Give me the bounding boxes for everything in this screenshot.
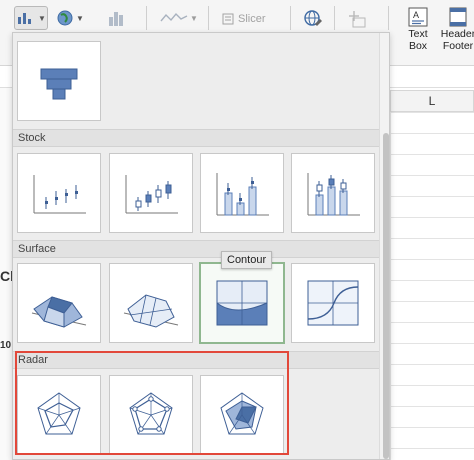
wireframe-3d-surface-tile[interactable] xyxy=(109,263,193,343)
text-box-label-line2: Box xyxy=(408,40,428,52)
gallery-scrollbar[interactable] xyxy=(379,33,389,459)
high-low-close-tile[interactable] xyxy=(17,153,101,233)
header-footer-icon xyxy=(449,7,467,27)
contour-tile[interactable] xyxy=(199,262,285,344)
funnel-chart-icon xyxy=(40,68,78,100)
funnel-chart-tile[interactable] xyxy=(17,41,101,121)
slicer-icon xyxy=(222,13,234,25)
maps-button[interactable]: ▼ xyxy=(52,6,88,30)
chevron-down-icon: ▼ xyxy=(38,13,46,23)
new-comment-button[interactable] xyxy=(342,6,372,32)
svg-text:A: A xyxy=(413,10,419,20)
header-footer-button[interactable]: Header Footer xyxy=(438,6,474,62)
slicer-button[interactable]: Slicer xyxy=(218,8,270,30)
volume-open-high-low-close-tile[interactable] xyxy=(291,153,375,233)
surface-3d-icon xyxy=(31,296,87,328)
sheet-grid[interactable] xyxy=(390,112,474,460)
ribbon-separator xyxy=(388,6,389,30)
sparkline-icon xyxy=(160,12,188,22)
radar-markers-icon xyxy=(129,392,173,435)
radar-with-markers-tile[interactable] xyxy=(109,375,193,455)
section-header-surface: Surface xyxy=(13,240,379,258)
ribbon-separator xyxy=(334,6,335,30)
3d-surface-tile[interactable] xyxy=(17,263,101,343)
ribbon-separator xyxy=(146,6,147,30)
scrollbar-thumb[interactable] xyxy=(383,133,389,459)
comment-plus-icon xyxy=(349,11,366,28)
volume-high-low-close-tile[interactable] xyxy=(200,153,284,233)
histogram-icon xyxy=(109,12,123,26)
text-box-label-line1: Text xyxy=(408,28,428,40)
stock-ohlc-icon xyxy=(125,175,178,214)
chart-type-gallery: Stock Surface Radar Contour xyxy=(12,32,390,460)
header-footer-label-line1: Header xyxy=(440,28,474,40)
stock-vohlc-icon xyxy=(307,173,360,216)
axis-label-fragment: 10 xyxy=(0,340,12,351)
link-button[interactable] xyxy=(298,6,328,32)
recommended-charts-button[interactable]: ▼ xyxy=(14,6,48,30)
ribbon-separator xyxy=(208,6,209,30)
link-globe-icon xyxy=(304,10,322,26)
surface-wireframe-icon xyxy=(123,294,179,328)
column-header-l[interactable]: L xyxy=(390,90,474,112)
stock-hlc-icon xyxy=(33,175,86,214)
sparklines-button[interactable]: ▼ xyxy=(160,6,198,30)
section-header-radar: Radar xyxy=(13,351,379,369)
globe-icon xyxy=(57,10,73,26)
filled-radar-tile[interactable] xyxy=(200,375,284,455)
pivot-chart-button[interactable] xyxy=(100,6,134,30)
filled-radar-icon xyxy=(220,392,264,435)
open-high-low-close-tile[interactable] xyxy=(109,153,193,233)
text-box-icon: A xyxy=(408,7,428,27)
radar-chart-icon xyxy=(37,392,81,435)
stock-vhlc-icon xyxy=(216,173,269,216)
text-box-button[interactable]: A Text Box xyxy=(398,6,438,62)
ribbon-separator xyxy=(290,6,291,30)
chevron-down-icon: ▼ xyxy=(76,13,84,23)
chevron-down-icon: ▼ xyxy=(190,13,198,23)
contour-tooltip: Contour xyxy=(221,251,273,269)
section-header-stock: Stock xyxy=(13,129,379,147)
contour-wireframe-icon xyxy=(307,280,359,326)
radar-tile[interactable] xyxy=(17,375,101,455)
bar-chart-icon xyxy=(18,13,32,24)
contour-chart-icon xyxy=(216,280,268,326)
wireframe-contour-tile[interactable] xyxy=(291,263,375,343)
header-footer-label-line2: Footer xyxy=(442,40,474,52)
slicer-label: Slicer xyxy=(238,13,266,25)
